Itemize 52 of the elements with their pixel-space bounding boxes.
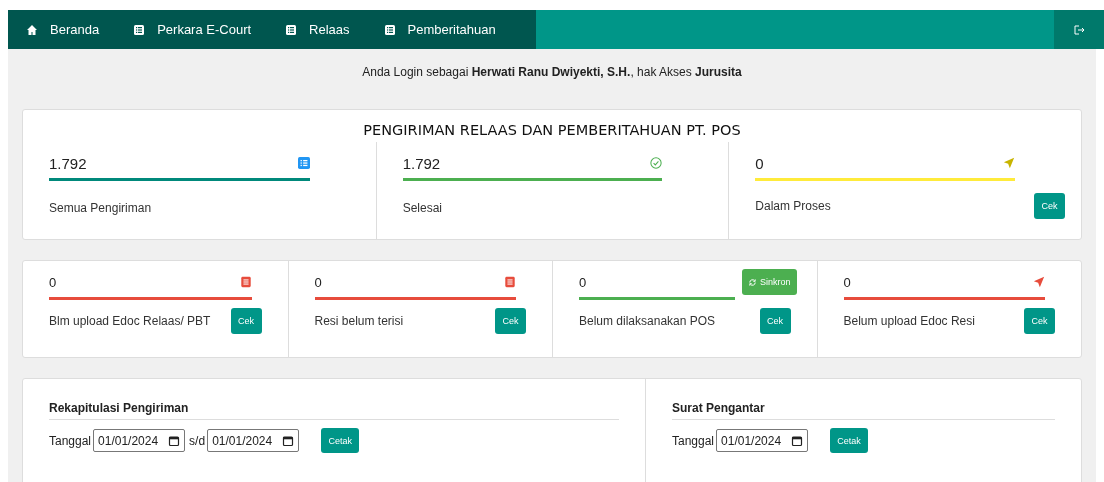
sync-icon: [748, 277, 757, 287]
document-icon: [239, 276, 252, 288]
field-label: Tanggal: [672, 433, 715, 448]
print-button[interactable]: Cetak: [321, 428, 360, 453]
list-icon: [297, 157, 310, 169]
stat-value: 1.792: [49, 154, 87, 172]
document-icon: [504, 276, 516, 288]
separator-text: s/d: [189, 433, 206, 448]
nav-link[interactable]: Beranda: [20, 10, 118, 49]
sync-button[interactable]: Sinkron: [742, 269, 797, 295]
check-button[interactable]: Cek: [495, 307, 526, 334]
card-title: PENGIRIMAN RELAAS DAN PEMBERITAHUAN PT. POS: [362, 121, 742, 140]
list-icon: [285, 23, 298, 36]
stat-label: Resi belum terisi: [314, 313, 404, 328]
nav-link[interactable]: Relaas: [279, 10, 368, 49]
check-button[interactable]: Cek: [1034, 192, 1065, 219]
stat-label: Semua Pengiriman: [49, 200, 152, 215]
stat-value: 1.792: [402, 154, 441, 172]
logout-icon: [1073, 23, 1085, 36]
paper-plane-icon: [1033, 276, 1045, 288]
home-icon: [26, 23, 38, 36]
list-icon: [383, 23, 396, 36]
logout-button[interactable]: [1054, 10, 1104, 49]
stat-value: 0: [843, 274, 851, 290]
section-title: Rekapitulasi Pengiriman: [49, 401, 619, 420]
date-field[interactable]: 01/01/2024: [93, 429, 186, 452]
stat-value: 0: [49, 274, 57, 290]
stat-value: 0: [755, 154, 764, 172]
check-circle-icon: [650, 157, 663, 169]
nav-link[interactable]: Perkara E-Court: [127, 10, 270, 49]
stat-label: Dalam Proses: [755, 198, 831, 213]
stat-label: Belum upload Edoc Resi: [843, 313, 975, 328]
paper-plane-icon: [1003, 157, 1015, 169]
date-field[interactable]: 01/01/2024: [716, 429, 809, 452]
calendar-icon: [791, 434, 804, 447]
nav-link[interactable]: Pemberitahuan: [377, 10, 514, 49]
calendar-icon: [282, 434, 295, 447]
section-title: Surat Pengantar: [672, 401, 1055, 420]
print-button[interactable]: Cetak: [830, 428, 869, 453]
stat-label: Belum dilaksanakan POS: [579, 313, 716, 328]
list-icon: [133, 23, 146, 36]
field-label: Tanggal: [49, 433, 92, 448]
login-info: Anda Login sebagai Herwati Ranu Dwiyekti, S.H., hak Akses Jurusita: [361, 64, 743, 81]
stat-value: 0: [314, 274, 322, 290]
stat-label: Blm upload Edoc Relaas/ PBT: [49, 313, 211, 328]
check-button[interactable]: Cek: [230, 307, 262, 334]
stat-label: Selesai: [402, 200, 442, 215]
stat-value: 0: [579, 274, 587, 290]
check-button[interactable]: Cek: [759, 307, 791, 334]
calendar-icon: [168, 434, 181, 447]
date-field[interactable]: 01/01/2024: [207, 429, 300, 452]
check-button[interactable]: Cek: [1024, 307, 1055, 334]
